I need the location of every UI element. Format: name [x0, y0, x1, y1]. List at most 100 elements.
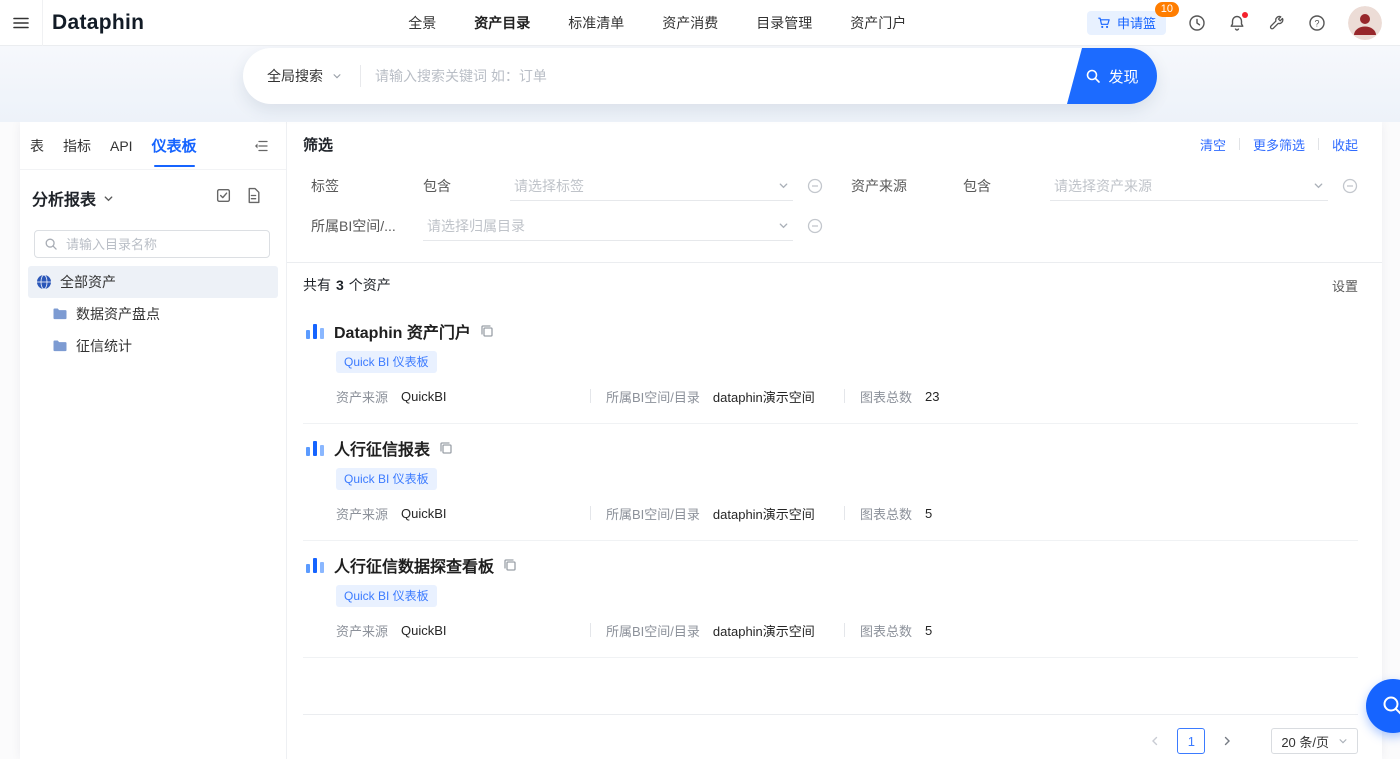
asset-content: 筛选 清空 更多筛选 收起 标签 包含 请选择标签 资产来源 包含 请选择资产来… — [287, 122, 1382, 759]
discover-button[interactable]: 发现 — [1067, 48, 1157, 104]
catalog-check-icon[interactable] — [215, 187, 232, 209]
tab-table[interactable]: 表 — [30, 122, 44, 170]
tree-item-data-asset-inventory[interactable]: 数据资产盘点 — [28, 298, 278, 330]
tag-select[interactable]: 请选择标签 — [510, 171, 793, 201]
collapse-filters-link[interactable]: 收起 — [1332, 135, 1358, 154]
topbar-divider — [42, 0, 43, 46]
nav-item-asset-catalog[interactable]: 资产目录 — [474, 13, 530, 33]
remove-filter-icon[interactable] — [1342, 178, 1358, 194]
dashboard-chart-icon — [303, 436, 327, 460]
filter-operator[interactable]: 包含 — [963, 176, 1050, 196]
asset-list-item: 人行征信报表 Quick BI 仪表板 资产来源 QuickBI 所属BI空间/目… — [303, 424, 1358, 541]
asset-type-tag: Quick BI 仪表板 — [336, 351, 437, 373]
tree-item-label: 征信统计 — [76, 338, 132, 354]
meta-divider — [844, 623, 845, 637]
nav-item-catalog-manage[interactable]: 目录管理 — [756, 13, 812, 33]
catalog-search-input[interactable] — [66, 236, 260, 252]
meta-value-charts: 23 — [925, 388, 940, 404]
report-group-label: 分析报表 — [32, 192, 97, 209]
globe-icon — [37, 274, 51, 290]
report-group-dropdown[interactable]: 分析报表 — [32, 186, 262, 210]
asset-title[interactable]: 人行征信报表 — [334, 436, 430, 460]
page-size-select[interactable]: 20 条/页 — [1271, 728, 1358, 754]
asset-title[interactable]: 人行征信数据探查看板 — [334, 553, 494, 577]
nav-item-asset-portal[interactable]: 资产门户 — [850, 13, 906, 33]
tree-item-all-assets[interactable]: 全部资产 — [28, 266, 278, 298]
filter-title: 筛选 — [303, 136, 334, 154]
document-icon[interactable] — [245, 187, 262, 209]
remove-filter-icon[interactable] — [807, 218, 823, 234]
copy-icon[interactable] — [502, 557, 518, 573]
search-icon — [1383, 696, 1400, 715]
source-select[interactable]: 请选择资产来源 — [1050, 171, 1328, 201]
select-placeholder: 请选择资产来源 — [1054, 177, 1152, 194]
search-scope-dropdown[interactable]: 全局搜索 — [243, 66, 360, 86]
filter-field-label: 所属BI空间/... — [311, 218, 396, 234]
bell-icon[interactable] — [1228, 11, 1248, 32]
avatar[interactable] — [1348, 5, 1382, 40]
filter-operator[interactable]: 包含 — [423, 176, 510, 196]
meta-divider — [590, 506, 591, 520]
current-page[interactable]: 1 — [1177, 728, 1206, 754]
tab-dashboard[interactable]: 仪表板 — [152, 122, 197, 170]
meta-label-charts: 图表总数 — [860, 623, 913, 639]
remove-filter-icon[interactable] — [807, 178, 823, 194]
apply-basket-button[interactable]: 申请篮 10 — [1086, 1, 1179, 35]
help-icon[interactable]: ? — [1308, 14, 1326, 32]
summary-suffix: 个资产 — [348, 277, 391, 293]
select-placeholder: 请选择归属目录 — [427, 217, 525, 234]
result-count: 3 — [336, 277, 344, 293]
global-search-input[interactable] — [361, 68, 1067, 84]
copy-icon[interactable] — [479, 323, 495, 339]
result-summary: 共有 3 个资产 设置 — [303, 263, 1358, 307]
top-nav: 全景 资产目录 标准清单 资产消费 目录管理 资产门户 — [408, 13, 906, 33]
meta-divider — [590, 623, 591, 637]
chevron-right-icon — [1225, 736, 1231, 746]
meta-divider — [844, 389, 845, 403]
meta-label-source: 资产来源 — [336, 623, 389, 639]
tools-icon[interactable] — [1268, 14, 1286, 32]
history-icon[interactable] — [1188, 14, 1206, 32]
dashboard-chart-icon — [303, 553, 327, 577]
bi-space-select[interactable]: 请选择归属目录 — [423, 211, 793, 241]
meta-label-source: 资产来源 — [336, 389, 389, 405]
meta-label-charts: 图表总数 — [860, 389, 913, 405]
basket-count-badge: 10 — [1154, 1, 1179, 17]
meta-value-source: QuickBI — [401, 388, 447, 404]
tree-item-credit-stats[interactable]: 征信统计 — [28, 330, 278, 362]
topbar-right: 申请篮 10 ? — [1086, 1, 1400, 40]
search-icon — [1087, 69, 1101, 83]
tab-api[interactable]: API — [110, 122, 133, 170]
select-placeholder: 请选择标签 — [514, 177, 584, 194]
chevron-left-icon — [1152, 736, 1158, 746]
meta-label-space: 所属BI空间/目录 — [606, 623, 700, 639]
tree-item-label: 全部资产 — [60, 274, 116, 290]
dataphin-logo: Dataphin — [52, 10, 145, 34]
next-page-button[interactable] — [1215, 729, 1239, 753]
cart-icon — [1098, 17, 1110, 28]
global-search-bar: 全局搜索 发现 — [243, 48, 1157, 104]
hamburger-menu-icon[interactable] — [0, 0, 42, 46]
main-card: 表 指标 API 仪表板 分析报表 请输入目录名称 全部资产 数据资产盘点 征信… — [20, 122, 1382, 759]
catalog-search-box — [34, 230, 270, 258]
meta-label-space: 所属BI空间/目录 — [606, 389, 700, 405]
clear-filters-link[interactable]: 清空 — [1200, 135, 1226, 154]
asset-title[interactable]: Dataphin 资产门户 — [334, 319, 471, 343]
filter-row: 标签 包含 请选择标签 资产来源 包含 请选择资产来源 — [303, 166, 1358, 206]
tree-collapse-icon[interactable] — [253, 138, 269, 154]
folder-icon — [53, 308, 67, 320]
copy-icon[interactable] — [438, 440, 454, 456]
discover-label: 发现 — [1108, 68, 1139, 86]
nav-item-panorama[interactable]: 全景 — [408, 13, 436, 33]
nav-item-asset-consume[interactable]: 资产消费 — [662, 13, 718, 33]
filter-row: 所属BI空间/... 请选择归属目录 — [303, 206, 1358, 246]
asset-list-item: 人行征信数据探查看板 Quick BI 仪表板 资产来源 QuickBI 所属BI… — [303, 541, 1358, 658]
tab-metric[interactable]: 指标 — [63, 122, 91, 170]
asset-meta: 资产来源 QuickBI 所属BI空间/目录 dataphin演示空间 图表总数 5 — [336, 504, 1358, 522]
nav-item-standard-list[interactable]: 标准清单 — [568, 13, 624, 33]
search-scope-label: 全局搜索 — [267, 68, 323, 84]
prev-page-button[interactable] — [1143, 729, 1167, 753]
settings-link[interactable]: 设置 — [1332, 276, 1358, 295]
meta-value-source: QuickBI — [401, 505, 447, 521]
more-filters-link[interactable]: 更多筛选 — [1253, 135, 1305, 154]
